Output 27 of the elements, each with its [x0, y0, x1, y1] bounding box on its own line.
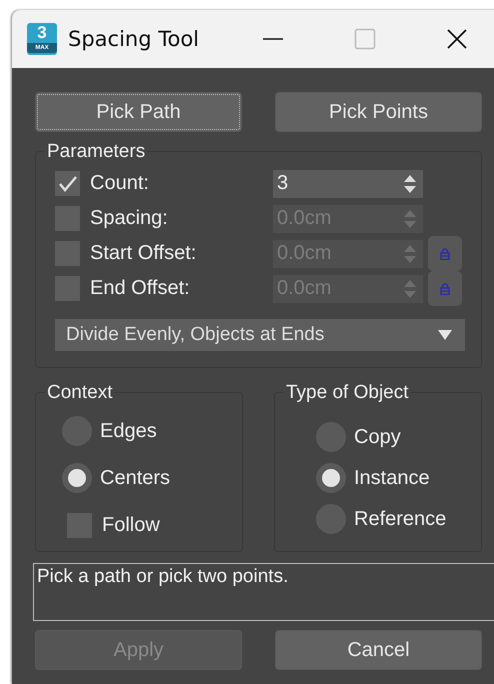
- option-label: Instance: [354, 466, 430, 490]
- parameter-label: Count:: [90, 172, 150, 195]
- lock-icon: [440, 248, 450, 260]
- option-label: Edges: [100, 420, 157, 442]
- checkbox[interactable]: [55, 171, 80, 196]
- parameter-label: Spacing:: [90, 207, 169, 230]
- option-label: Centers: [100, 466, 170, 490]
- option-label: Copy: [354, 426, 401, 448]
- dialog-button[interactable]: Cancel: [275, 630, 482, 670]
- window-title: Spacing Tool: [68, 27, 200, 51]
- spinner-field[interactable]: 3: [273, 170, 423, 198]
- pick-button[interactable]: Pick Points: [275, 92, 482, 132]
- radio-button[interactable]: [62, 463, 92, 493]
- radio-button[interactable]: [316, 463, 346, 493]
- close-icon[interactable]: [446, 28, 468, 50]
- group-title: Type of Object: [284, 382, 411, 404]
- status-message: Pick a path or pick two points.: [33, 563, 494, 621]
- lock-icon: [440, 282, 450, 294]
- option-label: Reference: [354, 508, 446, 530]
- method-dropdown[interactable]: Divide Evenly, Objects at Ends: [55, 319, 465, 351]
- parameter-label: Start Offset:: [90, 242, 198, 265]
- pick-button[interactable]: Pick Path: [35, 92, 242, 132]
- parameter-label: End Offset:: [90, 277, 191, 300]
- maximize-icon[interactable]: [354, 28, 376, 50]
- caret-icon: [437, 329, 453, 341]
- option-label: Follow: [102, 514, 160, 536]
- checkbox[interactable]: [67, 512, 92, 538]
